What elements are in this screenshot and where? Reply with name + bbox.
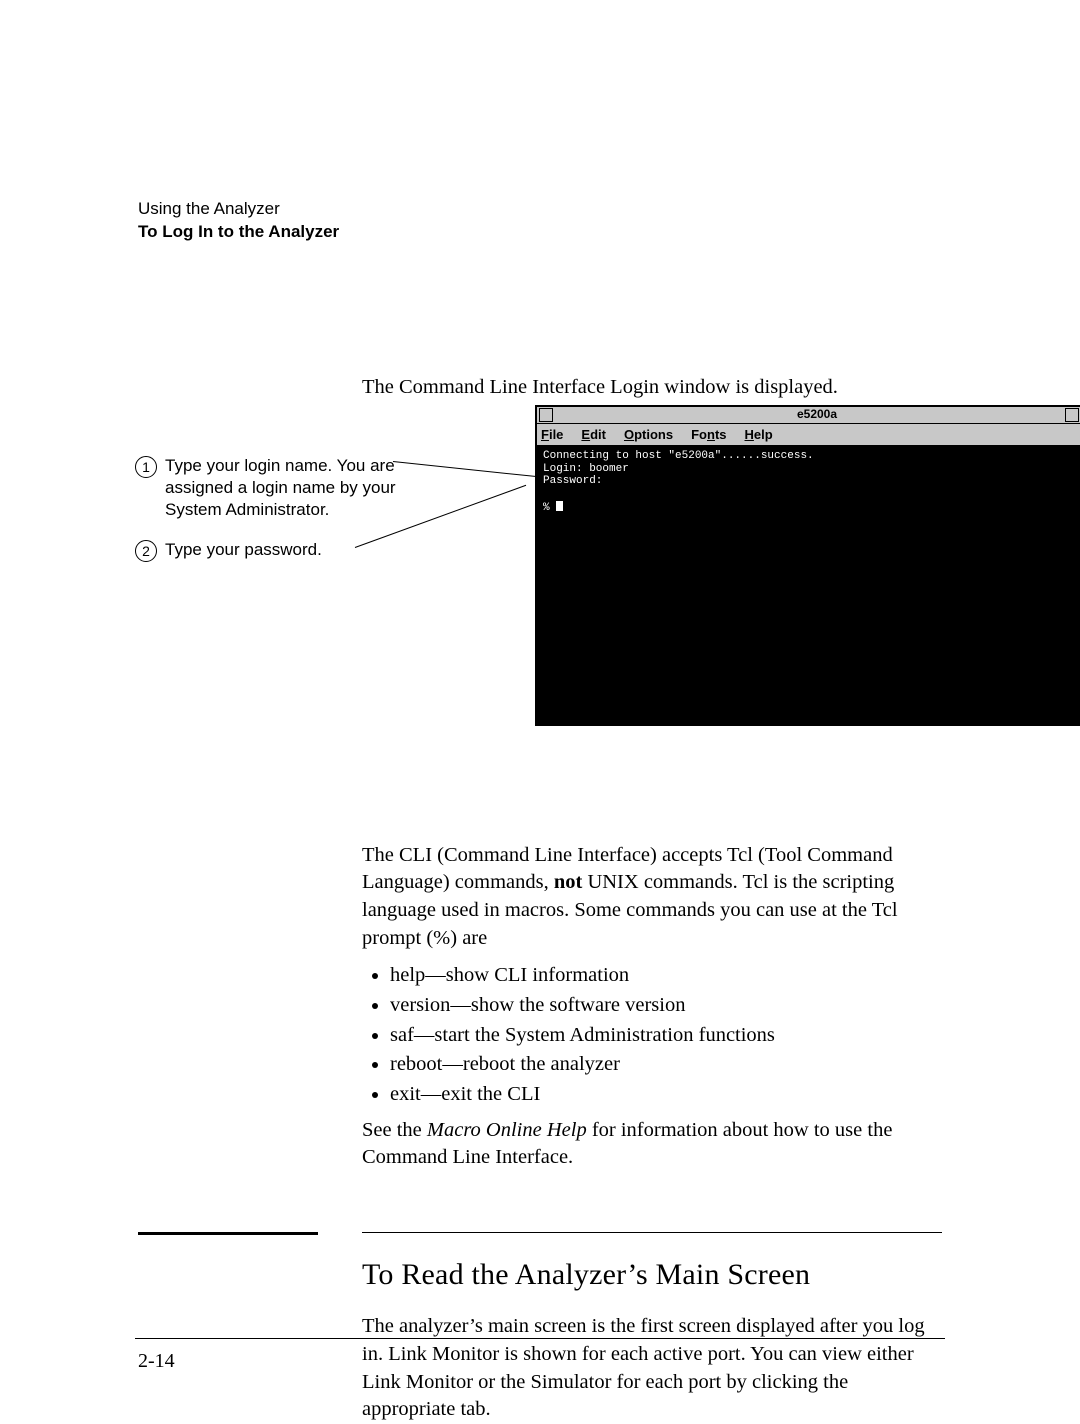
term-line: Connecting to host "e5200a"......success…	[543, 450, 814, 462]
figure: 1 Type your login name. You are assigned…	[135, 405, 969, 775]
term-line: Password:	[543, 475, 602, 487]
callouts: 1 Type your login name. You are assigned…	[135, 455, 405, 580]
command-list: help—show CLI information version—show t…	[362, 962, 942, 1108]
cmd-item: reboot—reboot the analyzer	[390, 1051, 942, 1079]
menu-fonts[interactable]: Fonts	[691, 427, 726, 442]
section: To Read the Analyzer’s Main Screen The a…	[362, 1232, 942, 1424]
cli-para-bold: not	[554, 871, 582, 893]
minimize-icon[interactable]	[1065, 408, 1079, 422]
page: Using the Analyzer To Log In to the Anal…	[0, 0, 1080, 1397]
menu-help[interactable]: Help	[745, 427, 773, 442]
section-paragraph: The analyzer’s main screen is the first …	[362, 1313, 942, 1424]
intro-sentence: The Command Line Interface Login window …	[362, 374, 942, 402]
window-menu-icon[interactable]	[539, 408, 553, 422]
cursor-icon	[556, 501, 563, 511]
callout-text: Type your login name. You are assigned a…	[165, 455, 405, 521]
cmd-item: exit—exit the CLI	[390, 1081, 942, 1109]
menubar: File Edit Options Fonts Help	[537, 424, 1080, 446]
cmd-item: help—show CLI information	[390, 962, 942, 990]
section-heading: To Read the Analyzer’s Main Screen	[362, 1255, 942, 1296]
terminal-output[interactable]: Connecting to host "e5200a"......success…	[537, 446, 1080, 724]
see-pre: See the	[362, 1119, 427, 1141]
leader-line	[393, 461, 536, 477]
header-line-1: Using the Analyzer	[138, 198, 942, 221]
header-line-2: To Log In to the Analyzer	[138, 221, 942, 244]
see-paragraph: See the Macro Online Help for informatio…	[362, 1117, 942, 1172]
terminal-body: Connecting to host "e5200a"......success…	[537, 446, 1080, 724]
cmd-item: version—show the software version	[390, 992, 942, 1020]
thick-rule	[138, 1232, 318, 1235]
cmd-item: saf—start the System Administration func…	[390, 1022, 942, 1050]
menu-options[interactable]: Options	[624, 427, 673, 442]
menu-edit[interactable]: Edit	[581, 427, 606, 442]
terminal-window: e5200a File Edit Options Fonts Help Conn…	[535, 405, 1080, 726]
window-title: e5200a	[797, 407, 837, 421]
term-line: Login: boomer	[543, 463, 629, 475]
titlebar[interactable]: e5200a	[537, 407, 1080, 424]
term-line: %	[543, 502, 556, 514]
page-number: 2-14	[138, 1350, 175, 1373]
callout-num: 2	[135, 540, 157, 562]
see-italic: Macro Online Help	[427, 1119, 587, 1141]
menu-file[interactable]: File	[541, 427, 563, 442]
callout-num: 1	[135, 456, 157, 478]
cli-paragraph: The CLI (Command Line Interface) accepts…	[362, 842, 942, 953]
running-header: Using the Analyzer To Log In to the Anal…	[138, 198, 942, 244]
footer-rule	[135, 1338, 945, 1339]
callout-1: 1 Type your login name. You are assigned…	[135, 455, 405, 521]
thin-rule	[362, 1232, 942, 1233]
